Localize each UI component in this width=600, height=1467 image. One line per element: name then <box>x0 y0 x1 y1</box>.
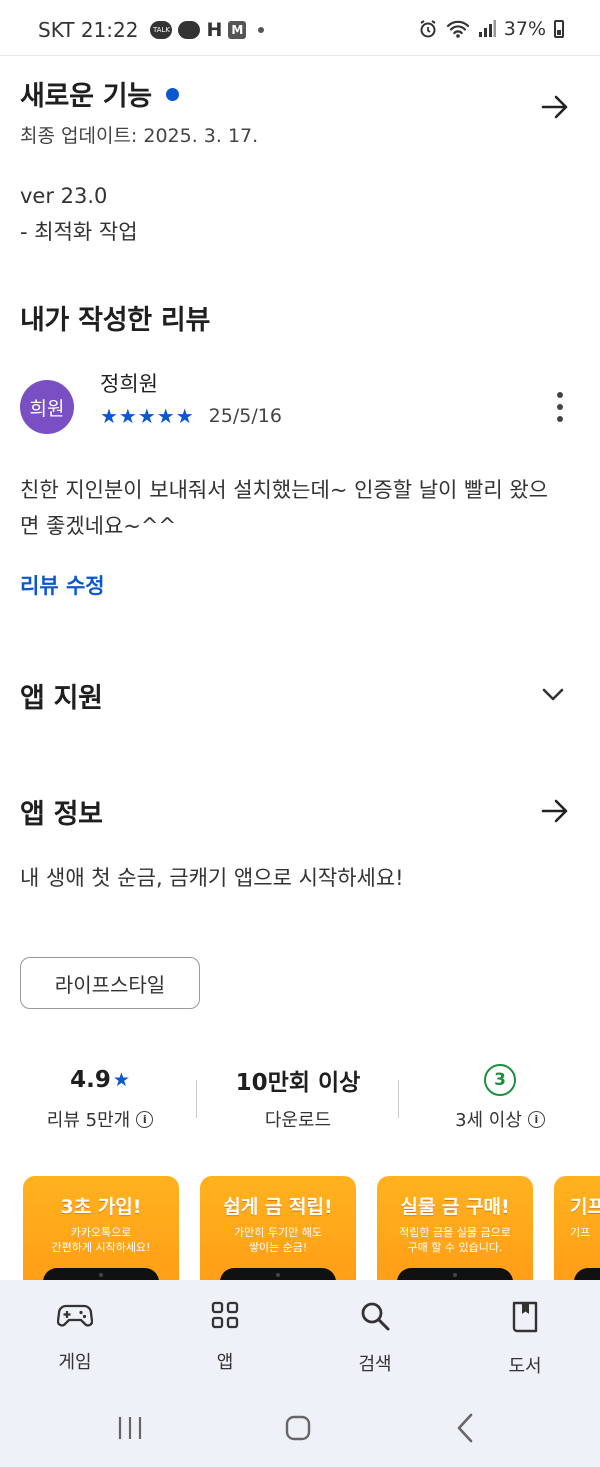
app-info-section[interactable]: 앱 정보 <box>20 792 580 831</box>
whats-new-arrow-icon[interactable] <box>540 92 570 122</box>
phone-mockup <box>397 1268 513 1280</box>
carrier-time: SKT 21:22 <box>38 18 139 42</box>
screenshot-desc: 가만히 두기만 해도 쌓이는 순금! <box>234 1226 322 1254</box>
chat-bubble-icon <box>178 21 201 39</box>
more-notifications-dot-icon <box>258 27 265 33</box>
my-review-title: 내가 작성한 리뷰 <box>20 305 210 336</box>
recent-apps-icon[interactable] <box>116 1414 144 1442</box>
screenshot-card[interactable]: 실물 금 구매! 적립한 금을 실물 금으로 구매 할 수 있습니다. <box>377 1176 533 1280</box>
screenshot-card[interactable]: 기프 기프 <box>554 1176 600 1280</box>
phone-mockup <box>220 1268 336 1280</box>
kakaotalk-icon: TALK <box>150 21 173 39</box>
screenshot-title: 3초 가입! <box>60 1196 142 1218</box>
phone-mockup <box>43 1268 159 1280</box>
app-support-row[interactable]: 앱 지원 <box>20 676 580 715</box>
nav-item-apps[interactable]: 앱 <box>170 1300 280 1374</box>
whats-new-section[interactable]: 새로운 기능 최종 업데이트: 2025. 3. 17. ver 23.0 - … <box>20 74 580 250</box>
h-app-icon: H <box>206 19 223 41</box>
search-icon <box>361 1302 390 1331</box>
battery-icon <box>554 20 564 38</box>
screenshot-title: 실물 금 구매! <box>400 1196 510 1218</box>
divider <box>196 1080 197 1118</box>
m-app-icon: M <box>228 21 247 39</box>
status-bar: SKT 21:22 TALK H M 37% <box>0 0 600 56</box>
whats-new-title: 새로운 기능 <box>20 81 152 112</box>
screenshot-desc: 기프 <box>570 1226 591 1239</box>
nav-label: 검색 <box>358 1354 392 1375</box>
info-icon[interactable]: i <box>136 1110 154 1128</box>
nav-label: 도서 <box>508 1356 542 1377</box>
screenshot-title: 쉽게 금 적립! <box>223 1196 333 1218</box>
nav-item-games[interactable]: 게임 <box>20 1300 130 1374</box>
edit-review-link[interactable]: 리뷰 수정 <box>20 574 105 598</box>
review-more-options-icon[interactable] <box>554 392 566 422</box>
info-icon[interactable]: i <box>527 1110 545 1128</box>
age-rating-badge-icon: 3 <box>484 1064 516 1096</box>
apps-grid-icon <box>211 1301 239 1329</box>
screenshot-title: 기프 <box>570 1196 600 1218</box>
review-text: 친한 지인분이 보내줘서 설치했는데~ 인증할 날이 빨리 왔으면 좋겠네요~^… <box>20 478 549 538</box>
gamepad-icon <box>57 1304 93 1327</box>
age-rating-stat[interactable]: 3 3세 이상 i <box>400 1062 600 1132</box>
nav-item-search[interactable]: 검색 <box>320 1300 430 1376</box>
release-note: - 최적화 작업 <box>20 220 138 244</box>
downloads-stat: 10만회 이상 다운로드 <box>198 1062 398 1132</box>
rating-stat[interactable]: 4.9 ★ 리뷰 5만개 i <box>0 1062 200 1132</box>
phone-mockup <box>574 1268 600 1280</box>
battery-percent: 37% <box>503 18 546 40</box>
review-author: 정희원 <box>100 372 158 396</box>
screenshot-card[interactable]: 쉽게 금 적립! 가만히 두기만 해도 쌓이는 순금! <box>200 1176 356 1280</box>
chevron-down-icon[interactable] <box>540 684 566 704</box>
downloads-value: 10만회 이상 <box>235 1070 361 1096</box>
screenshot-desc: 적립한 금을 실물 금으로 구매 할 수 있습니다. <box>399 1226 511 1254</box>
new-indicator-dot <box>165 88 179 101</box>
downloads-label: 다운로드 <box>264 1110 332 1131</box>
rating-star-icon: ★ <box>112 1069 130 1091</box>
rating-value: 4.9 <box>70 1067 111 1093</box>
screenshot-carousel[interactable]: 3초 가입! 카카오톡으로 간편하게 시작하세요! 쉽게 금 적립! 가만히 두… <box>0 1176 600 1280</box>
back-icon[interactable] <box>454 1412 478 1444</box>
nav-label: 게임 <box>58 1352 92 1373</box>
app-info-arrow-icon[interactable] <box>540 796 570 826</box>
age-rating-label: 3세 이상 <box>455 1110 522 1131</box>
wifi-icon <box>446 20 469 38</box>
my-review-section: 내가 작성한 리뷰 <box>20 298 580 337</box>
app-info-title: 앱 정보 <box>20 799 103 830</box>
category-chip[interactable]: 라이프스타일 <box>20 957 200 1009</box>
alarm-icon <box>420 20 436 38</box>
rating-label: 리뷰 5만개 <box>46 1110 131 1131</box>
app-support-title: 앱 지원 <box>20 683 103 714</box>
divider <box>398 1080 399 1118</box>
screenshot-desc: 카카오톡으로 간편하게 시작하세요! <box>51 1226 151 1254</box>
signal-icon <box>478 20 496 37</box>
app-description: 내 생애 첫 순금, 금캐기 앱으로 시작하세요! <box>20 866 404 890</box>
app-stats: 4.9 ★ 리뷰 5만개 i 10만회 이상 다운로드 3 3세 이상 i <box>0 1062 600 1142</box>
screenshot-card[interactable]: 3초 가입! 카카오톡으로 간편하게 시작하세요! <box>23 1176 179 1280</box>
avatar: 희원 <box>20 380 74 434</box>
last-updated: 최종 업데이트: 2025. 3. 17. <box>20 125 259 147</box>
review-date: 25/5/16 <box>208 405 282 427</box>
system-nav-bar <box>0 1400 600 1460</box>
review-header: 정희원 ★★★★★ 25/5/16 <box>100 368 282 428</box>
nav-label: 앱 <box>216 1352 234 1373</box>
nav-item-books[interactable]: 도서 <box>470 1300 580 1378</box>
book-icon <box>512 1301 538 1333</box>
version-text: ver 23.0 <box>20 184 108 208</box>
home-icon[interactable] <box>284 1414 312 1442</box>
review-stars: ★★★★★ <box>100 404 195 428</box>
